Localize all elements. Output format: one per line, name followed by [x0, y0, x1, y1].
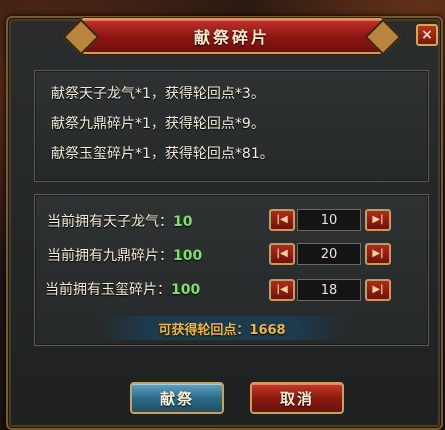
increase-button-nine-cauldron[interactable]: ▶| — [365, 243, 391, 265]
owned-count: 100 — [173, 248, 203, 264]
sacrifice-dialog: 献祭碎片 献祭天子龙气*1，获得轮回点*3。 献祭九鼎碎片*1，获得轮回点*9。… — [6, 16, 443, 430]
owned-label-jade-seal: 当前拥有玉玺碎片：100 — [45, 279, 200, 299]
owned-label-text: 当前拥有天子龙气： — [47, 214, 173, 230]
decrease-button-nine-cauldron[interactable]: |◀ — [269, 243, 295, 265]
quantity-input-dragon-qi[interactable] — [297, 209, 361, 231]
description-panel: 献祭天子龙气*1，获得轮回点*3。 献祭九鼎碎片*1，获得轮回点*9。 献祭玉玺… — [34, 70, 429, 182]
owned-label-nine-cauldron: 当前拥有九鼎碎片：100 — [47, 245, 202, 265]
step-first-icon: |◀ — [276, 248, 288, 259]
quantity-input-nine-cauldron[interactable] — [297, 243, 361, 265]
increase-button-jade-seal[interactable]: ▶| — [365, 279, 391, 301]
step-first-icon: |◀ — [276, 214, 288, 225]
dialog-title: 献祭碎片 — [193, 28, 270, 47]
owned-label-dragon-qi: 当前拥有天子龙气：10 — [47, 211, 192, 231]
increase-button-dragon-qi[interactable]: ▶| — [365, 209, 391, 231]
decrease-button-jade-seal[interactable]: |◀ — [269, 279, 295, 301]
owned-label-text: 当前拥有九鼎碎片： — [47, 248, 173, 264]
description-line-dragon-qi: 献祭天子龙气*1，获得轮回点*3。 — [51, 86, 265, 102]
step-last-icon: ▶| — [372, 284, 384, 295]
description-line-jade-seal: 献祭玉玺碎片*1，获得轮回点*81。 — [51, 146, 274, 162]
step-last-icon: ▶| — [372, 248, 384, 259]
owned-label-text: 当前拥有玉玺碎片： — [45, 282, 171, 298]
close-button[interactable]: × — [416, 24, 438, 46]
step-last-icon: ▶| — [372, 214, 384, 225]
owned-count: 100 — [171, 282, 201, 298]
owned-count: 10 — [173, 214, 193, 230]
dialog-title-bar: 献祭碎片 — [80, 18, 384, 54]
close-icon: × — [421, 27, 433, 43]
description-line-nine-cauldron: 献祭九鼎碎片*1，获得轮回点*9。 — [51, 116, 265, 132]
reward-summary: 可获得轮回点：1668 — [98, 316, 346, 340]
decrease-button-dragon-qi[interactable]: |◀ — [269, 209, 295, 231]
cancel-button[interactable]: 取消 — [250, 382, 344, 414]
step-first-icon: |◀ — [276, 284, 288, 295]
sacrifice-button[interactable]: 献祭 — [130, 382, 224, 414]
quantity-input-jade-seal[interactable] — [297, 279, 361, 301]
